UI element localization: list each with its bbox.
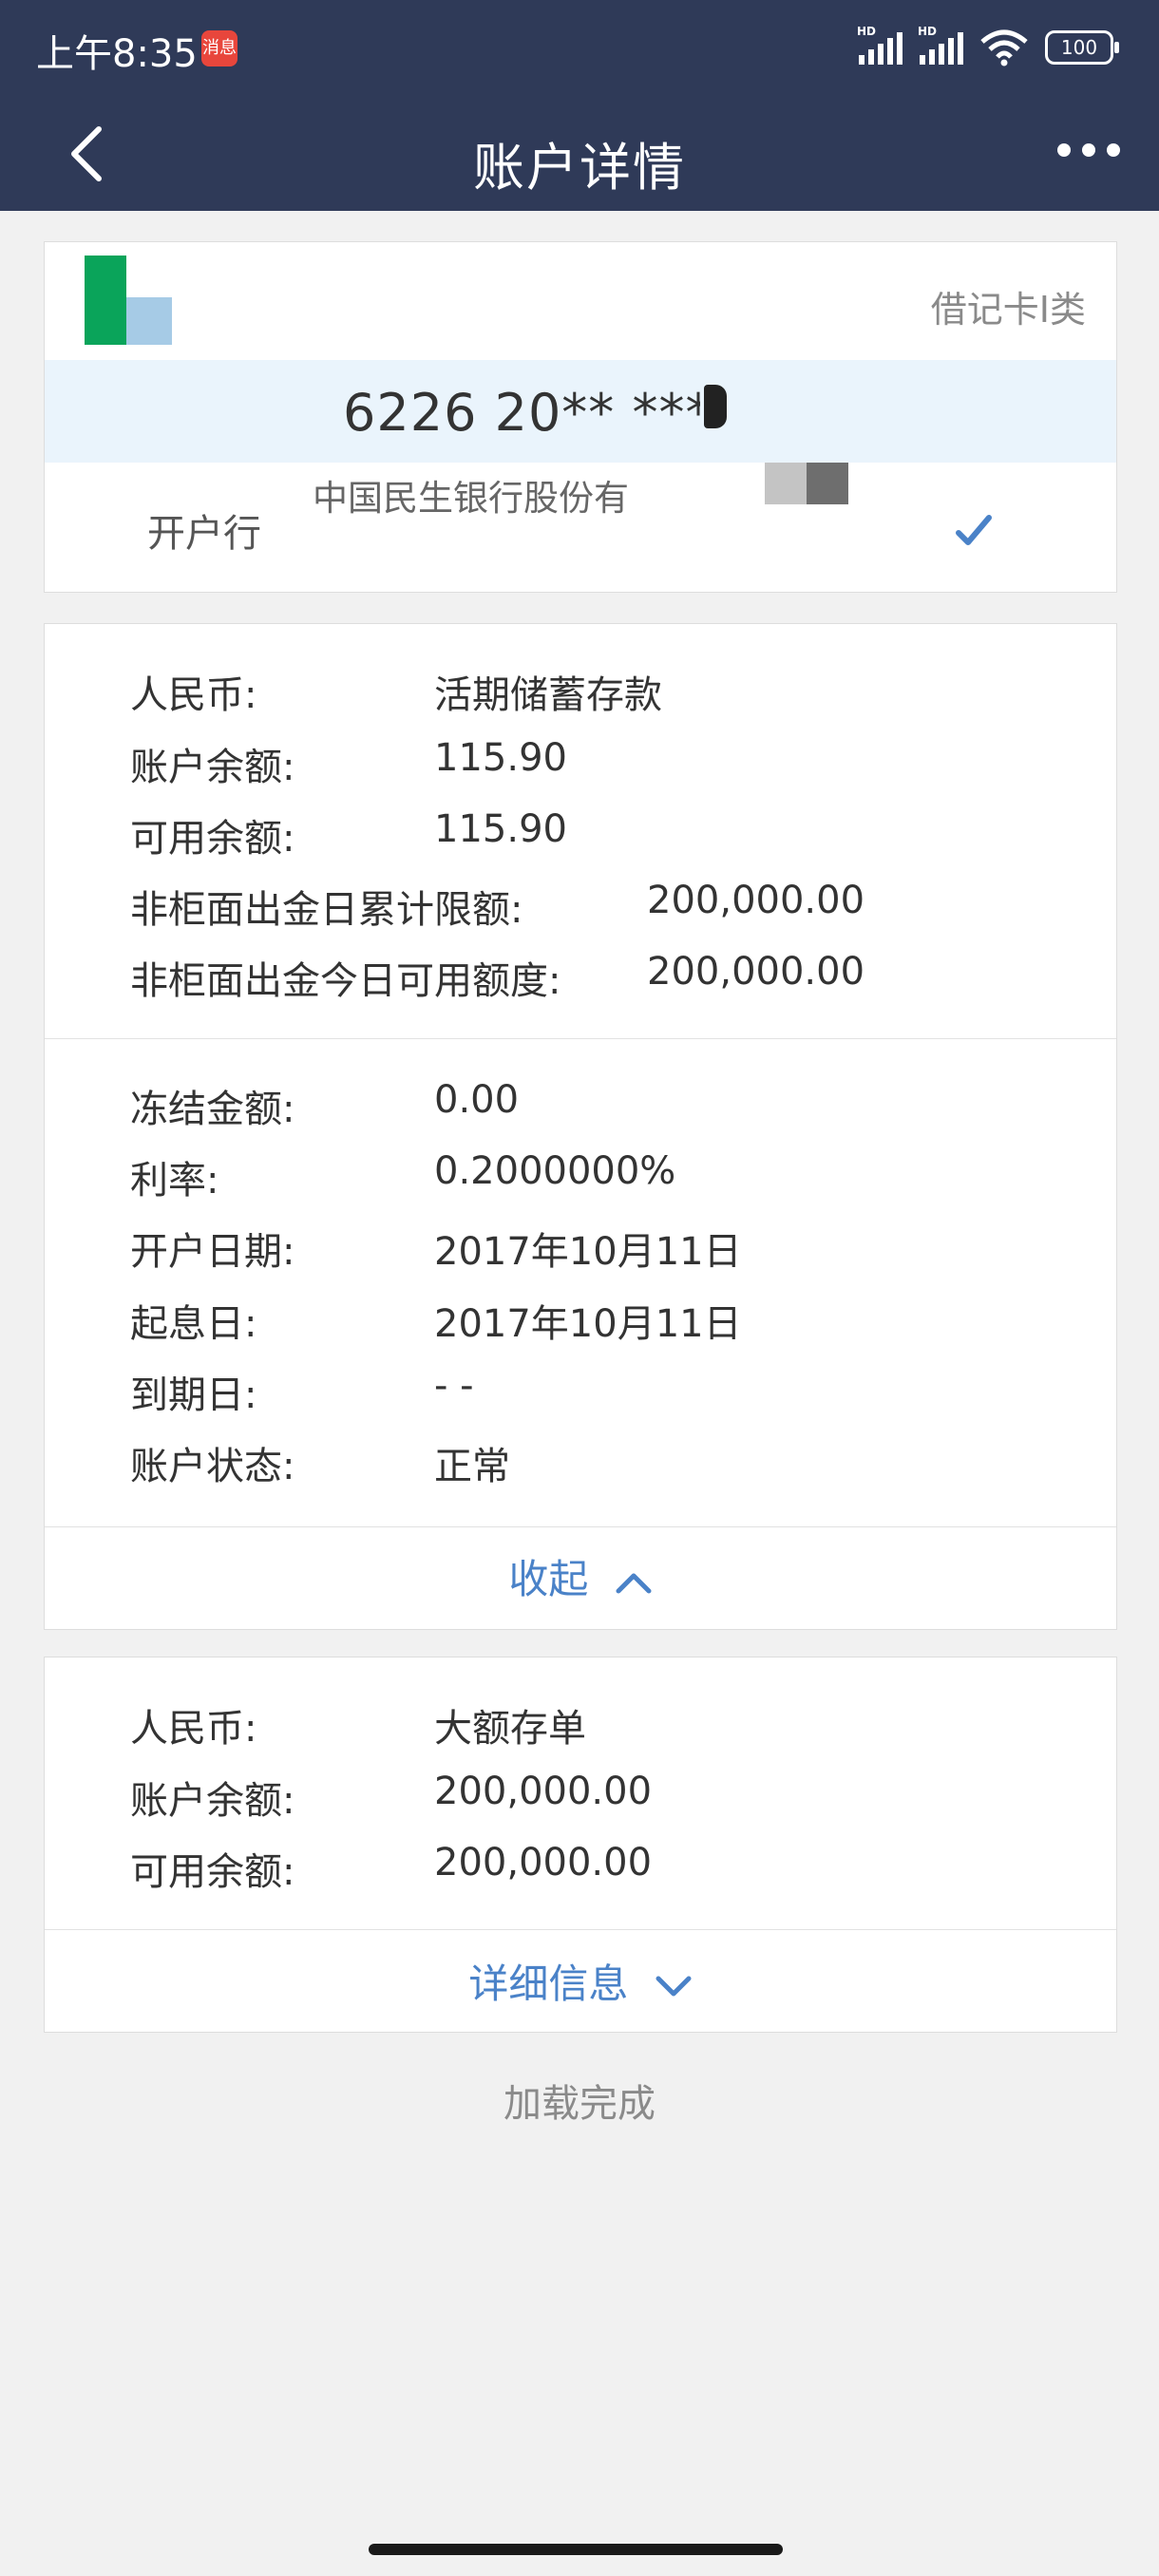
daily-limit-value: 200,000.00 (647, 879, 865, 922)
detail-field-label: 利率: (130, 1159, 219, 1203)
account-field-label: 非柜面出金今日可用额度: (130, 959, 561, 1003)
daily-available-value: 200,000.00 (647, 950, 865, 994)
detail-field-label: 开户日期: (130, 1230, 295, 1274)
frozen-amount-value: 0.00 (434, 1078, 520, 1122)
section-divider (45, 1526, 1116, 1527)
detail-field-label: 账户状态: (130, 1445, 295, 1488)
redacted-card-digits (700, 385, 890, 442)
details-button[interactable]: 详细信息 (45, 1952, 1116, 2010)
account-field-label: 人民币: (130, 673, 257, 717)
cell-signal-icon: HD (857, 25, 902, 65)
signal-hd-label: HD (857, 25, 877, 38)
collapse-button[interactable]: 收起 (45, 1547, 1116, 1605)
open-date-value: 2017年10月11日 (434, 1230, 742, 1274)
chevron-up-icon (616, 1573, 652, 1593)
battery-icon: 100 (1045, 30, 1119, 65)
load-status: 加载完成 (504, 2082, 656, 2126)
status-indicators: HD HD 100 (857, 25, 1119, 66)
card-number-band: 6226 20** **** (45, 360, 1116, 463)
account-field-value: 大额存单 (434, 1707, 586, 1751)
card-type-label: 借记卡I类 (930, 289, 1086, 331)
detail-field-label: 冻结金额: (130, 1088, 295, 1131)
account-field-value: 活期储蓄存款 (434, 673, 662, 717)
value-date-value: 2017年10月11日 (434, 1302, 742, 1346)
account-demand-panel: 人民币: 活期储蓄存款 账户余额: 115.90 可用余额: 115.90 非柜… (44, 623, 1117, 1630)
account-status-value: 正常 (434, 1445, 510, 1488)
chevron-down-icon (656, 1976, 692, 1996)
redacted-bank-name (332, 520, 522, 586)
opening-bank-name: 中国民生银行股份有 (313, 478, 629, 519)
page-title: 账户详情 (473, 138, 686, 198)
signal-hd-label: HD (918, 25, 938, 38)
account-balance-value: 115.90 (434, 736, 567, 780)
opening-bank-row[interactable]: 开户行 中国民生银行股份有 (45, 463, 1116, 592)
account-balance-value: 200,000.00 (434, 1770, 653, 1813)
more-dots-icon[interactable] (1051, 131, 1127, 169)
details-label: 详细信息 (468, 1960, 629, 2007)
account-field-label: 账户余额: (130, 746, 295, 789)
collapse-label: 收起 (508, 1556, 589, 1602)
checkmark-icon (956, 515, 992, 545)
wifi-icon (980, 29, 1028, 66)
status-bar: 上午8:35 消息 HD HD 100 (0, 0, 1159, 99)
status-time: 上午8:35 (36, 32, 198, 76)
detail-field-label: 到期日: (130, 1373, 257, 1417)
redacted-pixel-block (765, 463, 850, 504)
nav-bar: 账户详情 (0, 99, 1159, 211)
interest-rate-value: 0.2000000% (434, 1149, 676, 1193)
cell-signal-icon: HD (918, 25, 963, 65)
bank-logo-icon (85, 256, 172, 345)
section-divider (45, 1038, 1116, 1039)
account-field-label: 账户余额: (130, 1779, 295, 1823)
account-field-label: 可用余额: (130, 1850, 295, 1894)
detail-field-label: 起息日: (130, 1302, 257, 1346)
account-field-label: 人民币: (130, 1707, 257, 1751)
account-field-label: 非柜面出金日累计限额: (130, 888, 523, 932)
opening-bank-label: 开户行 (147, 512, 261, 556)
section-divider (45, 1929, 1116, 1930)
notification-app-icon: 消息 (201, 30, 238, 66)
home-indicator[interactable] (369, 2544, 783, 2555)
available-balance-value: 200,000.00 (434, 1841, 653, 1885)
available-balance-value: 115.90 (434, 807, 567, 851)
card-number: 6226 20** **** (343, 383, 739, 443)
account-field-label: 可用余额: (130, 817, 295, 861)
bank-card-panel: 借记卡I类 6226 20** **** 开户行 中国民生银行股份有 (44, 241, 1117, 593)
maturity-date-value: - - (434, 1364, 474, 1408)
account-cd-panel: 人民币: 大额存单 账户余额: 200,000.00 可用余额: 200,000… (44, 1657, 1117, 2033)
